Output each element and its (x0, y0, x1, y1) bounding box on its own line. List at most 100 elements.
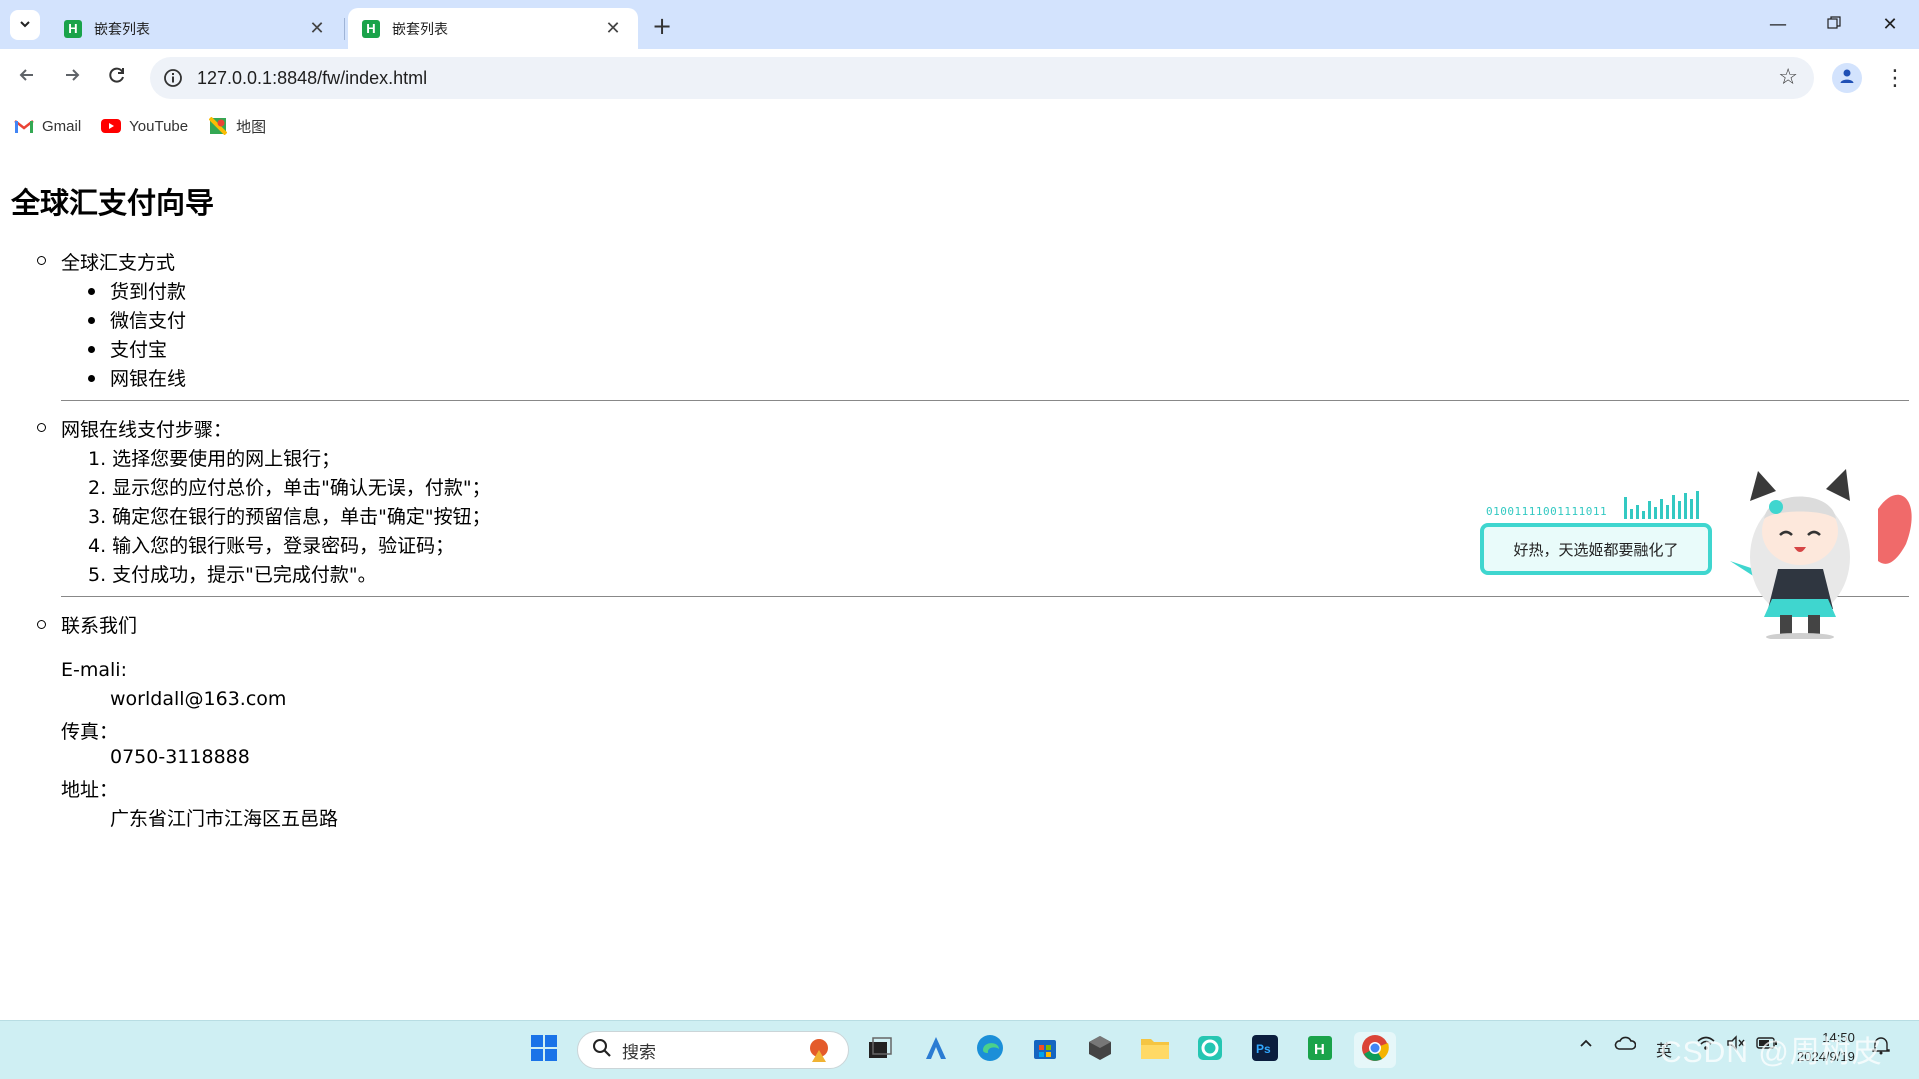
taskbar-app-edge[interactable] (972, 1032, 1008, 1068)
folder-icon (1140, 1035, 1170, 1065)
taskbar-app-hbuilder[interactable]: H (1302, 1032, 1338, 1068)
bookmark-gmail[interactable]: Gmail (14, 118, 81, 135)
bookmark-label: 地图 (236, 118, 267, 136)
close-icon[interactable]: ✕ (306, 18, 328, 40)
bookmark-label: YouTube (129, 117, 189, 135)
cloud-icon (1614, 1036, 1637, 1055)
search-highlight-icon (804, 1036, 834, 1071)
search-placeholder: 搜索 (622, 1042, 656, 1063)
binary-text: 01001111001111011 (1486, 505, 1608, 518)
hbuilder-icon: H (1306, 1034, 1334, 1066)
taskbar-app-file-explorer[interactable] (1137, 1032, 1173, 1068)
browser-toolbar: 127.0.0.1:8848/fw/index.html ☆ ⋮ (0, 49, 1919, 107)
forward-button[interactable] (55, 61, 89, 95)
arrow-left-icon (17, 65, 37, 91)
list-item: 微信支付 (110, 310, 187, 332)
taskbar-app-green[interactable] (1192, 1032, 1228, 1068)
ordered-list-item: 3. 确定您在银行的预留信息，单击"确定"按钮； (88, 506, 491, 528)
reload-button[interactable] (100, 61, 134, 95)
taskbar-app-photoshop[interactable]: Ps (1247, 1032, 1283, 1068)
divider (61, 400, 1909, 401)
youtube-icon (101, 118, 122, 134)
translate-app-icon (922, 1034, 950, 1066)
svg-text:H: H (1314, 1041, 1325, 1058)
bookmark-maps[interactable]: 地图 (208, 116, 266, 137)
taskbar-app-store[interactable] (1027, 1032, 1063, 1068)
site-info-icon[interactable] (162, 67, 184, 89)
restore-button[interactable] (1806, 0, 1862, 49)
circle-bullet-icon (37, 423, 46, 432)
audio-bars-icon (1624, 491, 1699, 519)
disc-bullet-icon (88, 346, 95, 353)
contact-value-address: 广东省江门市江海区五邑路 (110, 808, 339, 830)
chrome-icon (1360, 1033, 1390, 1067)
list-item: 货到付款 (110, 281, 187, 303)
ordered-list-item: 5. 支付成功，提示"已完成付款"。 (88, 564, 377, 586)
onedrive-button[interactable] (1614, 1035, 1637, 1055)
csdn-watermark: CSDN @周树皮 (1660, 1036, 1883, 1069)
more-vertical-icon: ⋮ (1884, 65, 1906, 91)
task-view-icon (867, 1036, 893, 1064)
tab-active[interactable]: H 嵌套列表 ✕ (348, 8, 638, 49)
contact-value-email: worldall@163.com (110, 688, 287, 710)
address-bar[interactable]: 127.0.0.1:8848/fw/index.html ☆ (150, 57, 1814, 99)
bookmark-star-icon[interactable]: ☆ (1778, 65, 1798, 90)
minimize-icon: — (1769, 14, 1787, 35)
taskbar-app-chrome[interactable] (1354, 1032, 1396, 1068)
cube-app-icon (1086, 1034, 1114, 1066)
windows-start-icon (530, 1034, 558, 1066)
tab-strip: H 嵌套列表 ✕ H 嵌套列表 ✕ + — ✕ (0, 0, 1919, 49)
close-window-button[interactable]: ✕ (1862, 0, 1918, 49)
gmail-icon (14, 118, 34, 134)
taskbar-search-box[interactable]: 搜索 (577, 1031, 849, 1069)
contact-term: 地址： (61, 779, 119, 801)
contact-value-fax: 0750-3118888 (110, 746, 250, 768)
chevron-up-icon (1578, 1036, 1594, 1055)
minimize-button[interactable]: — (1750, 0, 1806, 49)
search-icon (592, 1038, 612, 1063)
circle-bullet-icon (37, 256, 46, 265)
tab-separator (344, 18, 345, 40)
task-view-button[interactable] (862, 1032, 898, 1068)
tab-search-button[interactable] (10, 10, 40, 40)
close-icon[interactable]: ✕ (602, 18, 624, 40)
page-content: 全球汇支付向导 全球汇支方式 货到付款 微信支付 支付宝 网银在线 网银在线支付… (0, 145, 1919, 1020)
list-item: 网银在线 (110, 368, 187, 390)
contact-term: 传真： (61, 721, 119, 743)
photoshop-icon: Ps (1251, 1034, 1279, 1066)
tab-title: 嵌套列表 (392, 21, 448, 38)
taskbar-app-unity[interactable] (1082, 1032, 1118, 1068)
page-title: 全球汇支付向导 (11, 186, 215, 220)
profile-button[interactable] (1832, 63, 1862, 93)
svg-text:Ps: Ps (1256, 1042, 1271, 1056)
url-text[interactable]: 127.0.0.1:8848/fw/index.html (197, 68, 427, 89)
taskbar-app-translate[interactable] (918, 1032, 954, 1068)
ordered-list-item: 1. 选择您要使用的网上银行； (88, 448, 341, 470)
tab-inactive[interactable]: H 嵌套列表 ✕ (50, 8, 342, 49)
contact-term: E-mali: (61, 659, 127, 681)
arrow-right-icon (62, 65, 82, 91)
tab-title: 嵌套列表 (94, 21, 150, 38)
section-title-online-banking: 网银在线支付步骤： (61, 419, 233, 441)
back-button[interactable] (10, 61, 44, 95)
close-icon: ✕ (1882, 14, 1898, 35)
new-tab-button[interactable]: + (648, 12, 676, 40)
circle-bullet-icon (37, 620, 46, 629)
windows-taskbar: 搜索 Ps H 英 14:50 2024/9/19 CSDN @周树皮 (0, 1020, 1919, 1079)
disc-bullet-icon (88, 375, 95, 382)
browser-menu-button[interactable]: ⋮ (1880, 63, 1910, 93)
disc-bullet-icon (88, 288, 95, 295)
bookmarks-bar: Gmail YouTube 地图 (0, 107, 1919, 145)
list-item: 支付宝 (110, 339, 168, 361)
hbuilder-favicon-icon: H (64, 19, 82, 38)
ordered-list-item: 4. 输入您的银行账号，登录密码，验证码； (88, 535, 455, 557)
section-title-payment-methods: 全球汇支方式 (61, 252, 176, 274)
chevron-down-icon (18, 16, 32, 35)
start-button[interactable] (526, 1032, 562, 1068)
reload-icon (107, 65, 127, 91)
section-title-contact: 联系我们 (61, 615, 138, 637)
edge-icon (975, 1033, 1005, 1067)
mascot-widget[interactable]: 01001111001111011 好热，天选姬都要融化了 (1470, 445, 1919, 785)
bookmark-youtube[interactable]: YouTube (101, 118, 188, 135)
tray-overflow-button[interactable] (1578, 1035, 1594, 1055)
